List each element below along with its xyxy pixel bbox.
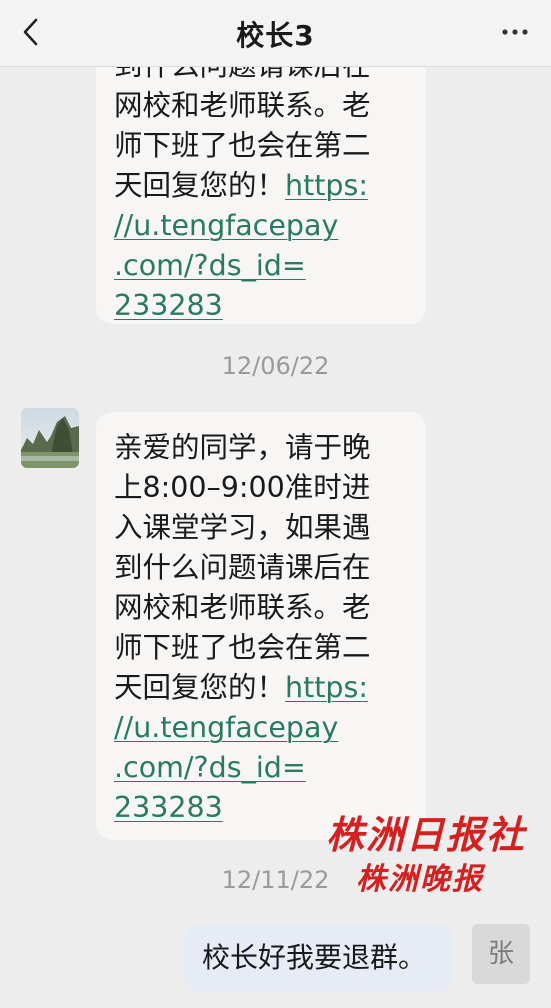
message-line: 师下班了也会在第二 — [114, 631, 371, 664]
message-line: 师下班了也会在第二 — [114, 129, 371, 162]
navigation-bar: 校长3 — [0, 0, 551, 67]
message-bubble[interactable]: 亲爱的同学，请于晚 上8:00–9:00准时进 入课堂学习，如果遇 到什么问题请… — [96, 412, 426, 840]
message-line: 天回复您的！https: — [114, 166, 408, 206]
ellipsis-icon — [502, 29, 528, 35]
more-button[interactable] — [495, 14, 535, 50]
message-link[interactable]: //u.tengfacepay — [114, 206, 408, 246]
message-line: 网校和老师联系。老 — [114, 89, 371, 122]
message-line: 上8:00–9:00准时进 — [114, 471, 371, 504]
message-line: 天回复您的！https: — [114, 668, 408, 708]
message-line: 到什么问题请课后在 — [114, 551, 371, 584]
message-link[interactable]: https: — [285, 169, 368, 202]
message-link[interactable]: .com/?ds_id= — [114, 246, 408, 286]
message-line: 网校和老师联系。老 — [114, 591, 371, 624]
message-line: 亲爱的同学，请于晚 — [114, 431, 371, 464]
message-line: 入课堂学习，如果遇 — [114, 511, 371, 544]
sent-message-bubble[interactable]: 校长好我要退群。 — [184, 924, 454, 992]
message-link[interactable]: //u.tengfacepay — [114, 708, 408, 748]
watermark-line-2: 株洲晚报 — [356, 862, 484, 897]
message-line-text: 天回复您的！ — [114, 671, 286, 704]
message-thread: 到什么问题请课后在 网校和老师联系。老 师下班了也会在第二 天回复您的！http… — [0, 0, 551, 1008]
message-link[interactable]: .com/?ds_id= — [114, 748, 408, 788]
watermark-line-1: 株洲日报社 — [326, 812, 527, 857]
message-link[interactable]: 233283 — [114, 286, 408, 326]
chat-title: 校长3 — [236, 19, 315, 52]
message-bubble[interactable]: 到什么问题请课后在 网校和老师联系。老 师下班了也会在第二 天回复您的！http… — [96, 32, 426, 324]
my-avatar[interactable]: 张 — [472, 924, 530, 984]
message-link[interactable]: https: — [285, 671, 368, 704]
timestamp: 12/06/22 — [221, 352, 330, 380]
message-line-text: 天回复您的！ — [114, 169, 286, 202]
avatar[interactable] — [21, 408, 79, 468]
